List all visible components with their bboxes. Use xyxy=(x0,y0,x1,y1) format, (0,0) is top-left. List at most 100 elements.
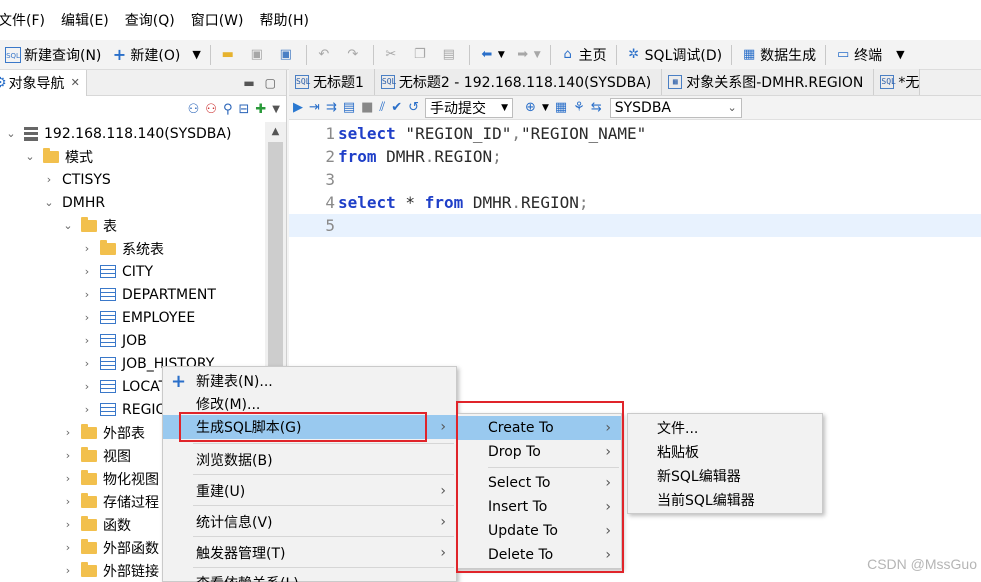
tree-node[interactable]: › JOB xyxy=(0,329,265,352)
tree-node[interactable]: ⌄ 模式 xyxy=(0,145,265,168)
trace-icon[interactable]: ⇆ xyxy=(591,100,602,115)
format-icon[interactable]: ⫽ xyxy=(379,100,385,115)
tree-node[interactable]: › EMPLOYEE xyxy=(0,306,265,329)
redo-button[interactable]: ↷ xyxy=(340,42,369,68)
chevron-down-icon[interactable]: ▼ xyxy=(542,103,549,113)
tree-node[interactable]: › 系统表 xyxy=(0,237,265,260)
chevron-right-icon[interactable]: › xyxy=(61,449,75,462)
back-button[interactable]: ⬅ ▼ xyxy=(474,42,510,68)
filter-icon[interactable]: ✚ xyxy=(255,102,266,117)
code-token: ; xyxy=(578,193,589,212)
save-all-button[interactable]: ▣ xyxy=(273,42,302,68)
create-to-submenu-item[interactable]: 新SQL编辑器 xyxy=(628,464,822,488)
chevron-right-icon[interactable]: › xyxy=(80,334,94,347)
tab-object-navigator[interactable]: ⚙ 对象导航 ✕ xyxy=(0,69,87,96)
paste-button[interactable]: ▤ xyxy=(436,42,465,68)
scroll-up-icon[interactable]: ▲ xyxy=(265,122,286,137)
editor-tab[interactable]: SQL *无 xyxy=(874,69,921,95)
create-to-submenu-item[interactable]: 文件... xyxy=(628,416,822,440)
chevron-right-icon[interactable]: › xyxy=(61,564,75,577)
open-button[interactable]: ▬ xyxy=(215,42,244,68)
connect-icon[interactable]: ⚇ xyxy=(188,102,200,117)
run-line-icon[interactable]: ⇥ xyxy=(309,100,320,115)
menu-edit[interactable]: 编辑(E) xyxy=(53,10,117,30)
tree-node[interactable]: › DEPARTMENT xyxy=(0,283,265,306)
code-line: 4 select * from DMHR.REGION; xyxy=(289,191,981,214)
menu-query[interactable]: 查询(Q) xyxy=(117,10,183,30)
context-menu-item[interactable]: 触发器管理(T) › xyxy=(163,541,456,565)
chevron-down-icon[interactable]: ⌄ xyxy=(61,219,75,232)
collapse-icon[interactable]: ⊟ xyxy=(238,102,249,117)
chevron-down-icon[interactable]: ⌄ xyxy=(4,127,18,140)
menu-help[interactable]: 帮助(H) xyxy=(252,10,317,30)
data-generation-button[interactable]: ▦ 数据生成 xyxy=(736,42,821,68)
chevron-right-icon[interactable]: › xyxy=(61,495,75,508)
schema-select[interactable]: SYSDBA ⌄ xyxy=(609,97,742,118)
disconnect-icon[interactable]: ⚇ xyxy=(205,102,217,117)
chevron-right-icon[interactable]: › xyxy=(42,173,56,186)
chevron-right-icon[interactable]: › xyxy=(80,380,94,393)
view-menu-icon[interactable]: ▼ xyxy=(272,104,280,115)
chevron-right-icon[interactable]: › xyxy=(80,288,94,301)
new-button[interactable]: + 新建(O) ▼ xyxy=(106,42,205,68)
terminal-button[interactable]: ▭ 终端 ▼ xyxy=(830,42,909,68)
toolbar-divider xyxy=(731,44,733,65)
tree-node[interactable]: › CITY xyxy=(0,260,265,283)
chevron-right-icon[interactable]: › xyxy=(61,541,75,554)
code-line: 3 xyxy=(289,168,981,191)
rollback-icon[interactable]: ↺ xyxy=(408,100,419,115)
editor-tab[interactable]: SQL 无标题2 - 192.168.118.140(SYSDBA) xyxy=(374,69,663,95)
maximize-icon[interactable]: ▢ xyxy=(265,76,276,90)
context-menu-item[interactable]: 重建(U) › xyxy=(163,479,456,503)
context-menu-item[interactable]: 统计信息(V) › xyxy=(163,510,456,534)
commit-icon[interactable]: ✔ xyxy=(391,100,402,115)
run-icon[interactable]: ▶ xyxy=(293,100,303,115)
context-menu-item[interactable]: 浏览数据(B) xyxy=(163,448,456,472)
target-icon[interactable]: ⊕ xyxy=(525,100,536,115)
monitor-icon[interactable]: ▦ xyxy=(555,100,567,115)
chevron-down-icon[interactable]: ⌄ xyxy=(23,150,37,163)
stop-icon[interactable]: ■ xyxy=(361,100,373,115)
code-line: 1 select "REGION_ID","REGION_NAME" xyxy=(289,122,981,145)
tree-node[interactable]: › CTISYS xyxy=(0,168,265,191)
create-to-submenu-item[interactable]: 粘贴板 xyxy=(628,440,822,464)
create-to-submenu-item[interactable]: 当前SQL编辑器 xyxy=(628,488,822,512)
tree-node[interactable]: ⌄ DMHR xyxy=(0,191,265,214)
editor-tab[interactable]: ▦ 对象关系图-DMHR.REGION xyxy=(662,69,875,95)
sql-debug-button[interactable]: ✲ SQL调试(D) xyxy=(621,42,727,68)
editor-tab[interactable]: SQL 无标题1 xyxy=(289,69,375,95)
chevron-right-icon[interactable]: › xyxy=(61,518,75,531)
chevron-right-icon[interactable]: › xyxy=(61,426,75,439)
chevron-down-icon[interactable]: ▼ xyxy=(896,48,904,61)
tree-node[interactable]: ⌄ 表 xyxy=(0,214,265,237)
new-query-button[interactable]: SQL 新建查询(N) xyxy=(0,42,106,68)
home-button[interactable]: ⌂ 主页 xyxy=(555,42,612,68)
context-menu-item[interactable]: 查看依赖关系(L) xyxy=(163,571,456,582)
chevron-right-icon[interactable]: › xyxy=(80,357,94,370)
copy-button[interactable]: ❐ xyxy=(407,42,436,68)
explain-icon[interactable]: ▤ xyxy=(343,100,355,115)
menu-window[interactable]: 窗口(W) xyxy=(183,10,252,30)
tree-node[interactable]: ⌄ 192.168.118.140(SYSDBA) xyxy=(0,122,265,145)
chevron-right-icon[interactable]: › xyxy=(80,265,94,278)
plan-icon[interactable]: ⚘ xyxy=(573,100,585,115)
chevron-right-icon[interactable]: › xyxy=(80,403,94,416)
chevron-down-icon[interactable]: ▼ xyxy=(192,48,200,61)
minimize-icon[interactable]: ▬ xyxy=(243,76,254,90)
chevron-right-icon[interactable]: › xyxy=(80,311,94,324)
save-button[interactable]: ▣ xyxy=(244,42,273,68)
chevron-right-icon[interactable]: › xyxy=(80,242,94,255)
context-menu-item[interactable]: + 新建表(N)... xyxy=(163,369,456,393)
undo-button[interactable]: ↶ xyxy=(311,42,340,68)
search-icon[interactable]: ⚲ xyxy=(223,102,233,117)
chevron-right-icon[interactable]: › xyxy=(61,472,75,485)
tree-node-label: 192.168.118.140(SYSDBA) xyxy=(44,125,232,142)
commit-mode-select[interactable]: 手动提交 ▼ xyxy=(425,97,514,118)
menu-file[interactable]: 文件(F) xyxy=(0,10,53,30)
run-select-icon[interactable]: ⇉ xyxy=(326,100,337,115)
chevron-down-icon[interactable]: ⌄ xyxy=(42,196,56,209)
close-icon[interactable]: ✕ xyxy=(71,76,80,89)
forward-button[interactable]: ➡ ▼ xyxy=(510,42,546,68)
cut-button[interactable]: ✂ xyxy=(378,42,407,68)
editor-tab-bar: SQL 无标题1 SQL 无标题2 - 192.168.118.140(SYSDBA)… xyxy=(289,69,981,96)
